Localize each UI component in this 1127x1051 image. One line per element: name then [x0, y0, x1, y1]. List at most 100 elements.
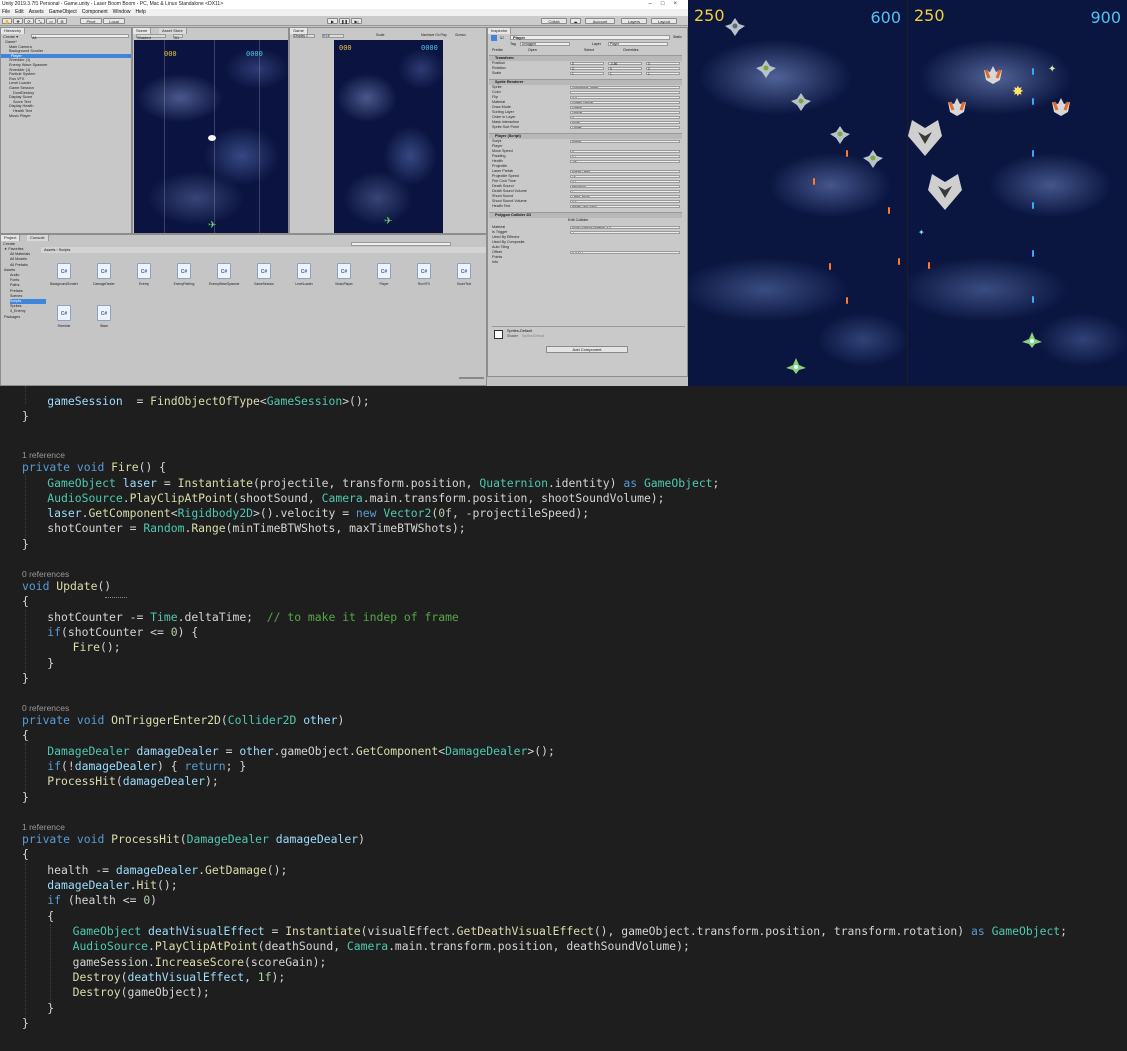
move-tool-icon[interactable]: ✥ — [13, 18, 23, 24]
transform-x-field[interactable]: 0 — [570, 61, 604, 66]
codelens-references[interactable]: 1 reference — [22, 450, 65, 460]
script-asset[interactable]: C# Player — [369, 263, 399, 293]
player-script-field[interactable]: explosion — [570, 184, 680, 189]
static-toggle[interactable]: Static — [673, 35, 682, 39]
player-script-field[interactable]: 0.1 — [570, 179, 680, 184]
sprite-renderer-field[interactable]: Spaceships_green — [570, 85, 680, 90]
player-script-field[interactable]: 15 — [570, 174, 680, 179]
icon-size-slider[interactable] — [459, 377, 484, 379]
2d-toggle[interactable]: 2D — [173, 34, 183, 40]
transform-z-field[interactable]: 0 — [646, 61, 680, 66]
script-asset[interactable]: C# LevelLoader — [289, 263, 319, 293]
transform-component-header[interactable]: Transform — [489, 55, 682, 61]
hierarchy-item[interactable]: Music Player — [9, 114, 31, 119]
polygon-collider-field[interactable]: ✓ — [570, 230, 680, 235]
step-button-icon[interactable]: ▶| — [351, 18, 362, 24]
menu-file[interactable]: File — [2, 9, 10, 16]
account-dropdown[interactable]: Account — [585, 18, 615, 24]
transform-x-field[interactable]: 0 — [570, 66, 604, 71]
layer-dropdown[interactable]: Player — [608, 42, 668, 46]
project-folder-item[interactable]: All Models — [10, 257, 27, 262]
window-controls[interactable]: –□× — [649, 0, 686, 9]
transform-z-field[interactable]: 0 — [646, 66, 680, 71]
codelens-references[interactable]: 0 references — [22, 703, 69, 713]
polygon-collider-field[interactable]: None (Physics Material 2D) — [570, 225, 680, 230]
sprite-renderer-field[interactable]: Center — [570, 125, 680, 130]
transform-x-field[interactable]: 1 — [570, 71, 604, 76]
transform-z-field[interactable]: 1 — [646, 71, 680, 76]
sprite-renderer-field[interactable]: Default — [570, 110, 680, 115]
polygon-collider-header[interactable]: Polygon Collider 2D — [489, 212, 682, 218]
menu-component[interactable]: Component — [82, 9, 108, 16]
player-script-field[interactable]: Health Text (Text) — [570, 204, 680, 209]
prefab-overrides-dropdown[interactable]: Overrides — [623, 48, 639, 52]
rotate-tool-icon[interactable]: ⟳ — [24, 18, 34, 24]
project-folder-item[interactable]: Sprites — [10, 304, 21, 309]
project-folder-item[interactable]: Audio — [10, 273, 19, 278]
hierarchy-create-button[interactable]: Create ▾ — [3, 34, 18, 39]
codelens-references[interactable]: 1 reference — [22, 822, 65, 832]
player-script-field[interactable]: Player Laser — [570, 169, 680, 174]
project-folder-item[interactable]: Packages — [4, 315, 20, 320]
project-folder-item[interactable]: Prefabs — [10, 289, 23, 294]
project-folder-item[interactable]: Fonts — [10, 278, 19, 283]
active-checkbox[interactable]: ☑ — [500, 35, 508, 40]
project-folder-item[interactable]: Scenes — [10, 294, 22, 299]
script-asset[interactable]: C# ScoreText — [449, 263, 479, 293]
shading-mode-dropdown[interactable]: Shaded — [136, 34, 166, 40]
scale-tool-icon[interactable]: ⤡ — [35, 18, 45, 24]
menu-assets[interactable]: Assets — [29, 9, 44, 16]
menu-edit[interactable]: Edit — [15, 9, 24, 16]
collab-dropdown[interactable]: Collab — [541, 18, 567, 24]
cloud-icon[interactable]: ☁ — [570, 18, 581, 24]
tag-dropdown[interactable]: Untagged — [520, 42, 570, 46]
player-script-field[interactable]: 0.5 — [570, 199, 680, 204]
codelens-references[interactable]: 0 references — [22, 569, 69, 579]
gizmos-dropdown[interactable]: Gizmos — [455, 33, 466, 39]
project-create-button[interactable]: Create — [3, 241, 15, 246]
player-script-field[interactable]: Laser_shoot — [570, 194, 680, 199]
script-asset[interactable]: C# RunVFX — [409, 263, 439, 293]
scene-viewport[interactable]: 000 0000 ✈ — [134, 40, 288, 233]
player-script-field[interactable]: 1 — [570, 189, 680, 194]
script-asset[interactable]: C# Enemy — [129, 263, 159, 293]
prefab-open-button[interactable]: Open — [528, 48, 537, 52]
script-asset[interactable]: C# Wave — [89, 305, 119, 335]
script-asset[interactable]: C# MusicPlayer — [329, 263, 359, 293]
pause-button-icon[interactable]: ❚❚ — [339, 18, 350, 24]
project-folder-item[interactable]: 3_Enemy — [10, 309, 26, 314]
polygon-collider-field[interactable]: X 0 Y 0 — [570, 250, 680, 255]
sprite-renderer-header[interactable]: Sprite Renderer — [489, 79, 682, 85]
script-asset[interactable]: C# EnemyPathing — [169, 263, 199, 293]
project-folder-item[interactable]: All Materials — [10, 252, 30, 257]
play-button-icon[interactable]: ▶ — [327, 18, 338, 24]
project-search-input[interactable] — [351, 242, 451, 246]
script-asset[interactable]: C# Shredder — [49, 305, 79, 335]
tab-inspector[interactable]: Inspector — [488, 28, 512, 34]
maximize-on-play-toggle[interactable]: Maximize On Play — [421, 33, 447, 39]
transform-y-field[interactable]: 0 — [608, 66, 642, 71]
sprite-renderer-field[interactable]: None — [570, 120, 680, 125]
project-folder-item[interactable]: Assets — [4, 268, 15, 273]
scene-player-ship-icon[interactable]: ✈ — [208, 220, 216, 231]
sprite-renderer-field[interactable]: Sprites-Default — [570, 100, 680, 105]
script-asset[interactable]: C# GameSession — [249, 263, 279, 293]
prefab-select-button[interactable]: Select — [584, 48, 594, 52]
aspect-dropdown[interactable]: 9:16 — [322, 34, 344, 38]
add-component-button[interactable]: Add Component — [546, 346, 628, 353]
sprite-renderer-field[interactable]: 0 — [570, 115, 680, 120]
player-script-field[interactable]: Player — [570, 139, 680, 144]
menu-help[interactable]: Help — [135, 9, 145, 16]
display-dropdown[interactable]: Display 1 — [293, 34, 315, 38]
sprite-renderer-field[interactable]: X Y — [570, 95, 680, 100]
rect-tool-icon[interactable]: ▭ — [46, 18, 56, 24]
layout-dropdown[interactable]: Layout — [651, 18, 677, 24]
project-folder-item[interactable]: ★ Favorites — [4, 247, 24, 252]
script-asset[interactable]: C# BackgroundScroller — [49, 263, 79, 293]
player-script-field[interactable]: 5 — [570, 149, 680, 154]
local-toggle[interactable]: Local — [103, 18, 125, 24]
player-script-field[interactable]: 0.7 — [570, 154, 680, 159]
script-asset[interactable]: C# EnemyWaveSpawner — [209, 263, 240, 293]
edit-collider-button[interactable]: Edit Collider — [568, 218, 588, 223]
transform-y-field[interactable]: 1 — [608, 71, 642, 76]
